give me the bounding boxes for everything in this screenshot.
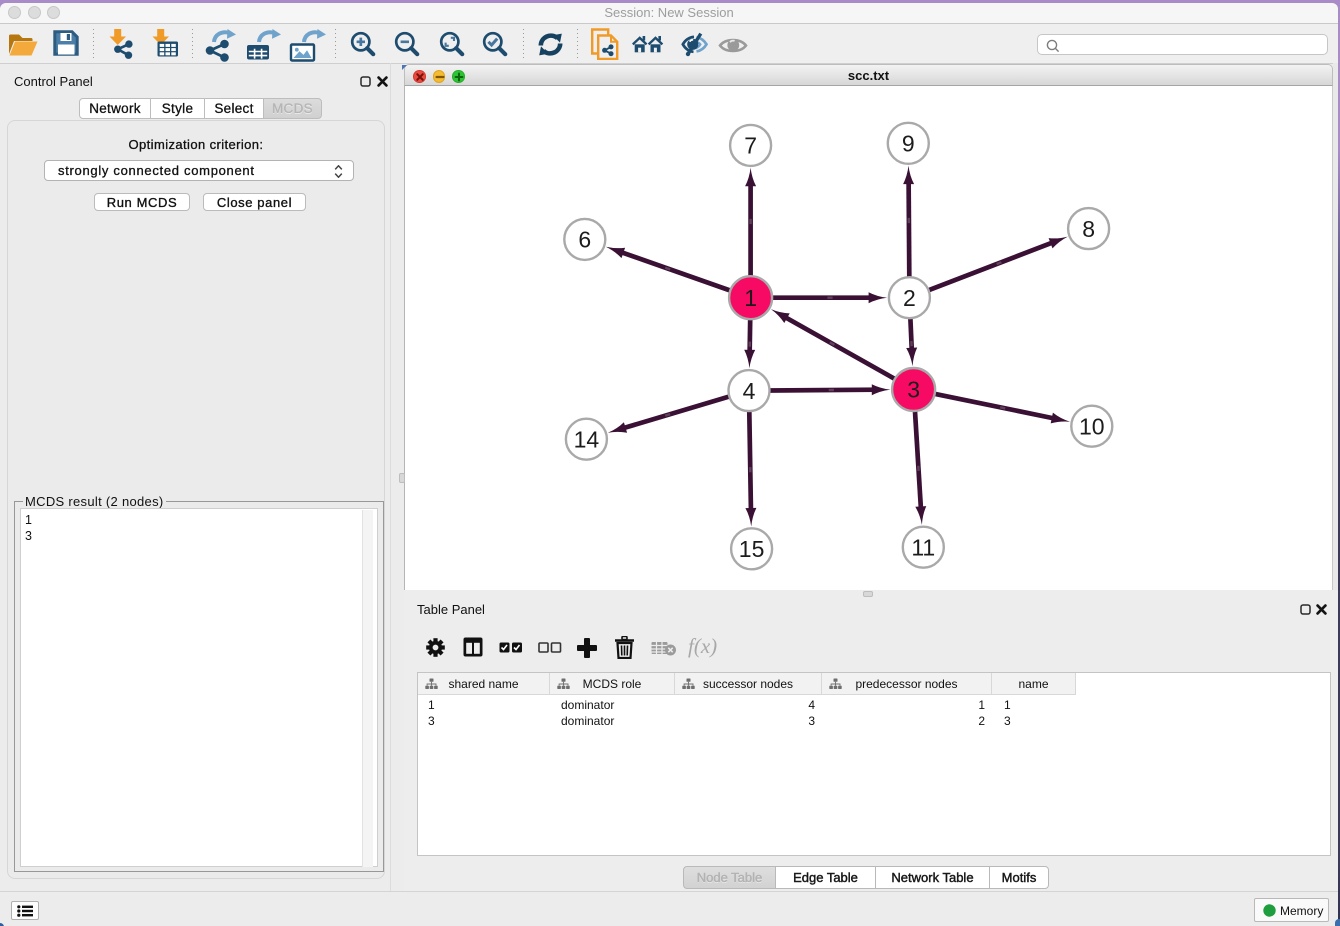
svg-text:4: 4 bbox=[743, 378, 756, 404]
svg-text:14: 14 bbox=[574, 426, 600, 452]
svg-text:7: 7 bbox=[744, 133, 757, 159]
svg-text:11: 11 bbox=[911, 534, 935, 560]
svg-text:10: 10 bbox=[1079, 413, 1105, 439]
svg-text:2: 2 bbox=[903, 285, 916, 311]
svg-text:1: 1 bbox=[744, 285, 757, 311]
svg-text:9: 9 bbox=[902, 131, 915, 157]
svg-text:8: 8 bbox=[1082, 216, 1095, 242]
svg-text:3: 3 bbox=[907, 377, 920, 403]
svg-text:6: 6 bbox=[578, 227, 591, 253]
svg-text:15: 15 bbox=[739, 536, 765, 562]
